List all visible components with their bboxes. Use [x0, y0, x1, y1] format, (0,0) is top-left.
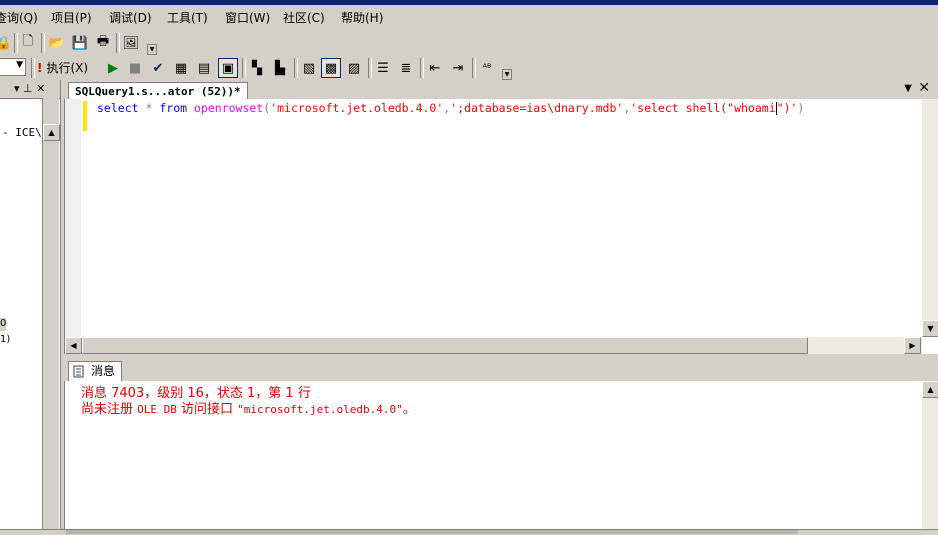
- server-node[interactable]: - ICE\: [2, 126, 42, 139]
- save-icon[interactable]: 💾: [70, 33, 90, 53]
- toolbar-separator: [242, 58, 246, 78]
- string-literal: ")': [776, 101, 798, 115]
- activity-monitor-icon[interactable]: 🖼: [121, 33, 141, 53]
- toolbar-separator: [472, 58, 476, 78]
- uncomment-lines-icon[interactable]: ≣: [396, 58, 416, 78]
- query-designer-icon[interactable]: ▤: [194, 58, 214, 78]
- error-text: OLE DB: [137, 403, 177, 416]
- close-icon[interactable]: ✕: [918, 80, 930, 96]
- chevron-down-icon: ▼: [16, 60, 23, 70]
- error-text: "microsoft.jet.oledb.4.0": [237, 403, 403, 416]
- keyword: select: [97, 101, 139, 115]
- results-grid-selected-icon[interactable]: ▩: [321, 58, 341, 78]
- menu-bar: 查询(Q) 项目(P) 调试(D) 工具(T) 窗口(W) 社区(C) 帮助(H…: [0, 5, 938, 30]
- include-plan-icon[interactable]: ▚: [247, 58, 267, 78]
- operator: ): [797, 101, 805, 115]
- object-explorer-scrollbar[interactable]: ▲: [42, 98, 60, 534]
- toolbar-separator: [116, 33, 120, 53]
- sql-editor-toolbar: ▼ ! 执行(X) ▶ ■ ✔ ▦ ▤ ▣ ▚ ▙ ▧ ▩ ▨ ☰ ≣ ⇤ ⇥ …: [0, 55, 938, 81]
- tree-node[interactable]: 1): [0, 334, 10, 345]
- menu-window[interactable]: 窗口(W): [225, 9, 270, 26]
- status-strip: [0, 529, 938, 535]
- menu-project[interactable]: 项目(P): [51, 9, 92, 26]
- tab-messages-label: 消息: [91, 364, 116, 378]
- tab-sqlquery1[interactable]: SQLQuery1.s...ator (52))*: [68, 82, 248, 100]
- error-text: 访问接口: [176, 402, 238, 417]
- menu-tools[interactable]: 工具(T): [167, 9, 208, 26]
- scroll-up-icon[interactable]: ▲: [922, 381, 938, 398]
- editor-horizontal-scrollbar[interactable]: ◀ ▶: [65, 337, 922, 354]
- toolbar-separator: [294, 58, 298, 78]
- menu-query[interactable]: 查询(Q): [0, 9, 38, 26]
- toolbar-separator: [31, 58, 35, 78]
- string-literal: 'select shell("whoami: [630, 101, 776, 115]
- menu-community[interactable]: 社区(C): [283, 9, 325, 26]
- new-file-icon[interactable]: 🗋: [18, 33, 38, 53]
- editor-vertical-scrollbar[interactable]: ▼: [922, 99, 938, 337]
- string-literal: 'microsoft.jet.oledb.4.0': [270, 101, 444, 115]
- string-literal: ';database=ias\dnary.mdb': [450, 101, 624, 115]
- messages-vertical-scrollbar[interactable]: ▲: [922, 381, 938, 534]
- client-stats-icon[interactable]: ▙: [270, 58, 290, 78]
- query-editor[interactable]: select * from openrowset('microsoft.jet.…: [64, 99, 938, 354]
- error-text: 尚未注册: [81, 402, 138, 417]
- tab-messages[interactable]: 消息: [68, 361, 123, 381]
- debug-play-icon[interactable]: ▶: [103, 58, 123, 78]
- standard-toolbar: 🔒 🗋 📂 💾 🖶 🖼 ▼: [0, 30, 938, 56]
- stop-icon[interactable]: ■: [125, 58, 145, 78]
- document-tabstrip: SQLQuery1.s...ator (52))* ▼ ✕: [64, 80, 938, 100]
- operator: *: [145, 101, 153, 115]
- scroll-down-icon[interactable]: ▼: [922, 320, 938, 337]
- scroll-up-icon[interactable]: ▲: [43, 124, 60, 141]
- display-plan-icon[interactable]: ▦: [171, 58, 191, 78]
- comment-lines-icon[interactable]: ☰: [373, 58, 393, 78]
- object-explorer-pane: ▾ ⊥ ✕ - ICE\ 0 1) ▲: [0, 80, 61, 534]
- exclamation-icon: !: [37, 60, 43, 75]
- scroll-left-icon[interactable]: ◀: [65, 337, 82, 354]
- decrease-indent-icon[interactable]: ⇤: [425, 58, 445, 78]
- execute-button[interactable]: ! 执行(X): [37, 59, 88, 76]
- toolbar-separator: [41, 33, 45, 53]
- database-select[interactable]: ▼: [0, 58, 26, 76]
- connect-icon[interactable]: 🔒: [0, 33, 14, 53]
- editor-gutter: [65, 99, 81, 337]
- toolbar-separator: [420, 58, 424, 78]
- toolbar-separator: [368, 58, 372, 78]
- change-tracking-bar: [83, 101, 87, 131]
- error-message-line: 尚未注册 OLE DB 访问接口 "microsoft.jet.oledb.4.…: [81, 398, 416, 417]
- scroll-right-icon[interactable]: ▶: [904, 337, 921, 354]
- toolbar-overflow-icon[interactable]: ▼: [147, 44, 157, 55]
- document-icon: [73, 365, 84, 378]
- print-icon[interactable]: 🖶: [93, 33, 113, 53]
- function-name: openrowset: [194, 101, 264, 115]
- scroll-thumb[interactable]: [82, 337, 808, 354]
- results-to-text-icon[interactable]: ▧: [299, 58, 319, 78]
- results-to-grid-icon[interactable]: ▣: [218, 58, 238, 78]
- parse-check-icon[interactable]: ✔: [148, 58, 168, 78]
- menu-help[interactable]: 帮助(H): [341, 9, 383, 26]
- messages-pane[interactable]: 消息 7403，级别 16，状态 1，第 1 行 尚未注册 OLE DB 访问接…: [64, 381, 938, 534]
- results-to-file-icon[interactable]: ▨: [344, 58, 364, 78]
- toolbar-overflow-icon[interactable]: ▼: [502, 69, 512, 80]
- error-text: 。: [402, 402, 416, 417]
- tree-node[interactable]: 0: [0, 318, 6, 331]
- object-explorer-header: ▾ ⊥ ✕: [0, 80, 60, 99]
- execute-label: 执行(X): [46, 61, 89, 75]
- results-tabstrip: 消息: [64, 359, 938, 382]
- pane-controls[interactable]: ▾ ⊥ ✕: [14, 82, 45, 95]
- code-line[interactable]: select * from openrowset('microsoft.jet.…: [97, 101, 804, 115]
- specify-values-icon[interactable]: ᴬᴮ: [477, 58, 497, 78]
- keyword: from: [159, 101, 188, 115]
- chevron-down-icon[interactable]: ▼: [904, 83, 912, 94]
- menu-debug[interactable]: 调试(D): [109, 9, 152, 26]
- increase-indent-icon[interactable]: ⇥: [448, 58, 468, 78]
- open-folder-icon[interactable]: 📂: [47, 33, 67, 53]
- horizontal-scroll-hint: [66, 530, 798, 534]
